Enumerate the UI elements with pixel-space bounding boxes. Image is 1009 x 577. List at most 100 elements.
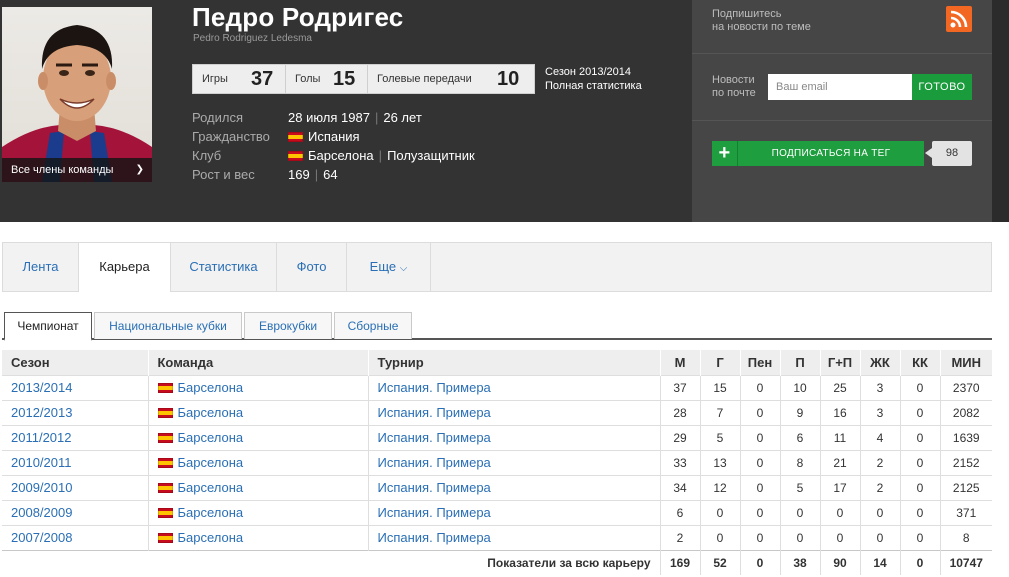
career-total-row: Показатели за всю карьеру 169 52 0 38 90 14 0 10…	[2, 549, 992, 575]
stat-cell: 0	[900, 524, 941, 550]
col-red-cards[interactable]: КК	[900, 350, 941, 375]
stat-cell: 2370	[940, 374, 992, 400]
stat-assists: Голевые передачи 10	[368, 65, 534, 93]
stat-cell: 0	[740, 499, 781, 525]
stat-cell: 0	[900, 424, 941, 450]
stat-cell: 0	[860, 499, 901, 525]
season-link[interactable]: 2013/2014	[11, 380, 72, 395]
stat-games-value: 37	[251, 67, 274, 90]
tab-more-label: Еще	[369, 259, 397, 274]
season-cell: 2008/2009	[2, 499, 149, 525]
total-cell: 52	[700, 549, 741, 575]
main-nav: Лента Карьера Статистика Фото Еще ⌵	[2, 242, 992, 292]
col-season[interactable]: Сезон	[2, 350, 149, 375]
col-minutes[interactable]: МИН	[940, 350, 992, 375]
tournament-link[interactable]: Испания. Примера	[378, 530, 491, 545]
season-link[interactable]: 2008/2009	[11, 505, 72, 520]
season-link[interactable]: 2007/2008	[11, 530, 72, 545]
col-yellow-cards[interactable]: ЖК	[860, 350, 901, 375]
season-link[interactable]: 2011/2012	[11, 430, 72, 445]
tournament-cell: Испания. Примера	[368, 424, 661, 450]
subtab-championship[interactable]: Чемпионат	[4, 312, 92, 341]
tournament-link[interactable]: Испания. Примера	[378, 455, 491, 470]
tournament-link[interactable]: Испания. Примера	[378, 505, 491, 520]
stat-cell: 29	[660, 424, 701, 450]
stat-cell: 0	[900, 374, 941, 400]
tournament-link[interactable]: Испания. Примера	[378, 480, 491, 495]
tab-career[interactable]: Карьера	[79, 243, 171, 292]
team-link[interactable]: Барселона	[178, 455, 244, 470]
col-goals[interactable]: Г	[700, 350, 741, 375]
subscribe-tag-button[interactable]: + ПОДПИСАТЬСЯ НА ТЕГ	[712, 141, 924, 166]
stat-cell: 0	[740, 424, 781, 450]
subscribe-tag-label: ПОДПИСАТЬСЯ НА ТЕГ	[771, 148, 891, 159]
team-link[interactable]: Барселона	[178, 405, 244, 420]
col-team[interactable]: Команда	[148, 350, 369, 375]
team-cell: Барселона	[148, 424, 369, 450]
player-name: Педро Родригес	[192, 2, 404, 32]
tab-feed[interactable]: Лента	[3, 243, 79, 291]
stat-cell: 8	[780, 449, 821, 475]
tournament-cell: Испания. Примера	[368, 449, 661, 475]
stat-goals-label: Голы	[295, 73, 321, 85]
stat-cell: 5	[780, 474, 821, 500]
tab-statistics[interactable]: Статистика	[171, 243, 277, 291]
col-assists[interactable]: П	[780, 350, 821, 375]
subtab-national-cups[interactable]: Национальные кубки	[94, 312, 242, 339]
team-link[interactable]: Барселона	[178, 480, 244, 495]
col-penalties[interactable]: Пен	[740, 350, 781, 375]
table-row: 2011/2012 Барселона Испания. Примера 29 5 0 6 1…	[2, 424, 992, 450]
spain-flag-icon	[157, 433, 173, 443]
stat-cell: 16	[820, 399, 861, 425]
submit-email-button[interactable]: ГОТОВО	[912, 74, 972, 100]
club[interactable]: Барселона	[308, 148, 374, 163]
rss-icon[interactable]	[946, 6, 972, 32]
team-link[interactable]: Барселона	[178, 430, 244, 445]
stat-cell: 21	[820, 449, 861, 475]
plus-icon: +	[712, 141, 738, 166]
stat-cell: 2	[660, 524, 701, 550]
stat-goals: Голы 15	[286, 65, 368, 93]
stat-cell: 0	[740, 374, 781, 400]
stat-cell: 0	[900, 449, 941, 475]
stat-cell: 9	[780, 399, 821, 425]
mail-news-label: Новости по почте	[712, 74, 756, 99]
subtab-national-teams[interactable]: Сборные	[334, 312, 412, 339]
table-row: 2012/2013 Барселона Испания. Примера 28 7 0 9 1…	[2, 399, 992, 425]
stat-cell: 28	[660, 399, 701, 425]
col-tournament[interactable]: Турнир	[368, 350, 661, 375]
team-link[interactable]: Барселона	[178, 530, 244, 545]
tab-more[interactable]: Еще ⌵	[347, 243, 431, 291]
stat-cell: 1639	[940, 424, 992, 450]
stat-cell: 0	[740, 399, 781, 425]
stat-cell: 3	[860, 399, 901, 425]
stat-cell: 0	[700, 524, 741, 550]
team-link[interactable]: Барселона	[178, 505, 244, 520]
subscribe-sidebar: Подпишитесь на новости по теме Новости п…	[692, 0, 992, 222]
spain-flag-icon	[288, 132, 303, 142]
season-link[interactable]: 2012/2013	[11, 405, 72, 420]
tag-subscriber-count: 98	[925, 141, 972, 166]
season-link[interactable]: 2009/2010	[11, 480, 72, 495]
tournament-link[interactable]: Испания. Примера	[378, 405, 491, 420]
tournament-link[interactable]: Испания. Примера	[378, 380, 491, 395]
spain-flag-icon	[157, 508, 173, 518]
tournament-cell: Испания. Примера	[368, 524, 661, 550]
team-members-dropdown[interactable]: Все члены команды ❯	[2, 158, 152, 182]
total-cell: 0	[740, 549, 781, 575]
season-link[interactable]: 2010/2011	[11, 455, 72, 470]
stat-cell: 34	[660, 474, 701, 500]
tab-photo[interactable]: Фото	[277, 243, 347, 291]
team-link[interactable]: Барселона	[178, 380, 244, 395]
born-label: Родился	[192, 110, 244, 125]
stat-assists-value: 10	[497, 67, 520, 90]
full-stats-link[interactable]: Полная статистика	[545, 80, 642, 92]
col-matches[interactable]: М	[660, 350, 701, 375]
chevron-down-icon: ⌵	[399, 263, 408, 274]
email-input[interactable]	[768, 74, 912, 100]
career-table: Сезон Команда Турнир М Г Пен П Г+П ЖК КК…	[2, 350, 992, 575]
age: 26 лет	[383, 110, 422, 125]
tournament-link[interactable]: Испания. Примера	[378, 430, 491, 445]
subtab-eurocups[interactable]: Еврокубки	[244, 312, 332, 339]
col-goals-assists[interactable]: Г+П	[820, 350, 861, 375]
